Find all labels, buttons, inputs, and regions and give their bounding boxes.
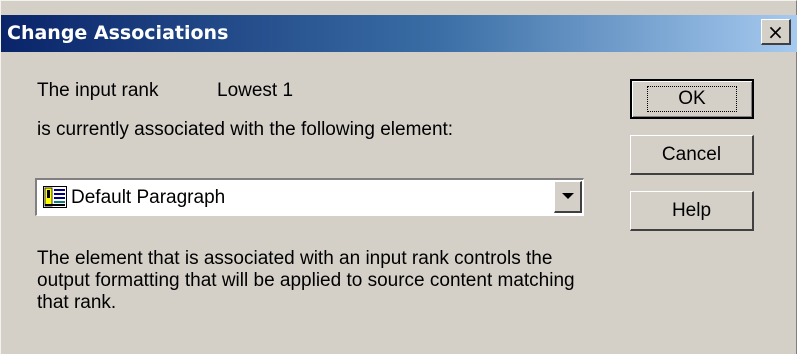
ok-button[interactable]: OK bbox=[630, 79, 754, 119]
paragraph-style-icon bbox=[43, 186, 67, 208]
element-select[interactable]: Default Paragraph bbox=[35, 178, 584, 216]
dialog-title: Change Associations bbox=[7, 22, 229, 44]
element-select-value: Default Paragraph bbox=[71, 187, 226, 208]
help-button[interactable]: Help bbox=[630, 191, 754, 231]
input-rank-value: Lowest 1 bbox=[217, 80, 294, 101]
ok-button-label: OK bbox=[647, 86, 737, 112]
chevron-down-icon bbox=[561, 193, 574, 199]
cancel-button[interactable]: Cancel bbox=[630, 135, 754, 175]
association-text: is currently associated with the followi… bbox=[37, 119, 454, 140]
close-icon: × bbox=[767, 19, 784, 44]
change-associations-dialog: Change Associations × The input rank Low… bbox=[0, 0, 797, 354]
dropdown-button[interactable] bbox=[554, 181, 582, 213]
association-description: The element that is associated with an i… bbox=[37, 248, 575, 313]
close-button[interactable]: × bbox=[761, 19, 791, 45]
input-rank-label: The input rank bbox=[37, 80, 159, 101]
cancel-button-label: Cancel bbox=[661, 143, 722, 165]
help-button-label: Help bbox=[671, 199, 712, 221]
title-bar[interactable]: Change Associations × bbox=[1, 15, 797, 52]
